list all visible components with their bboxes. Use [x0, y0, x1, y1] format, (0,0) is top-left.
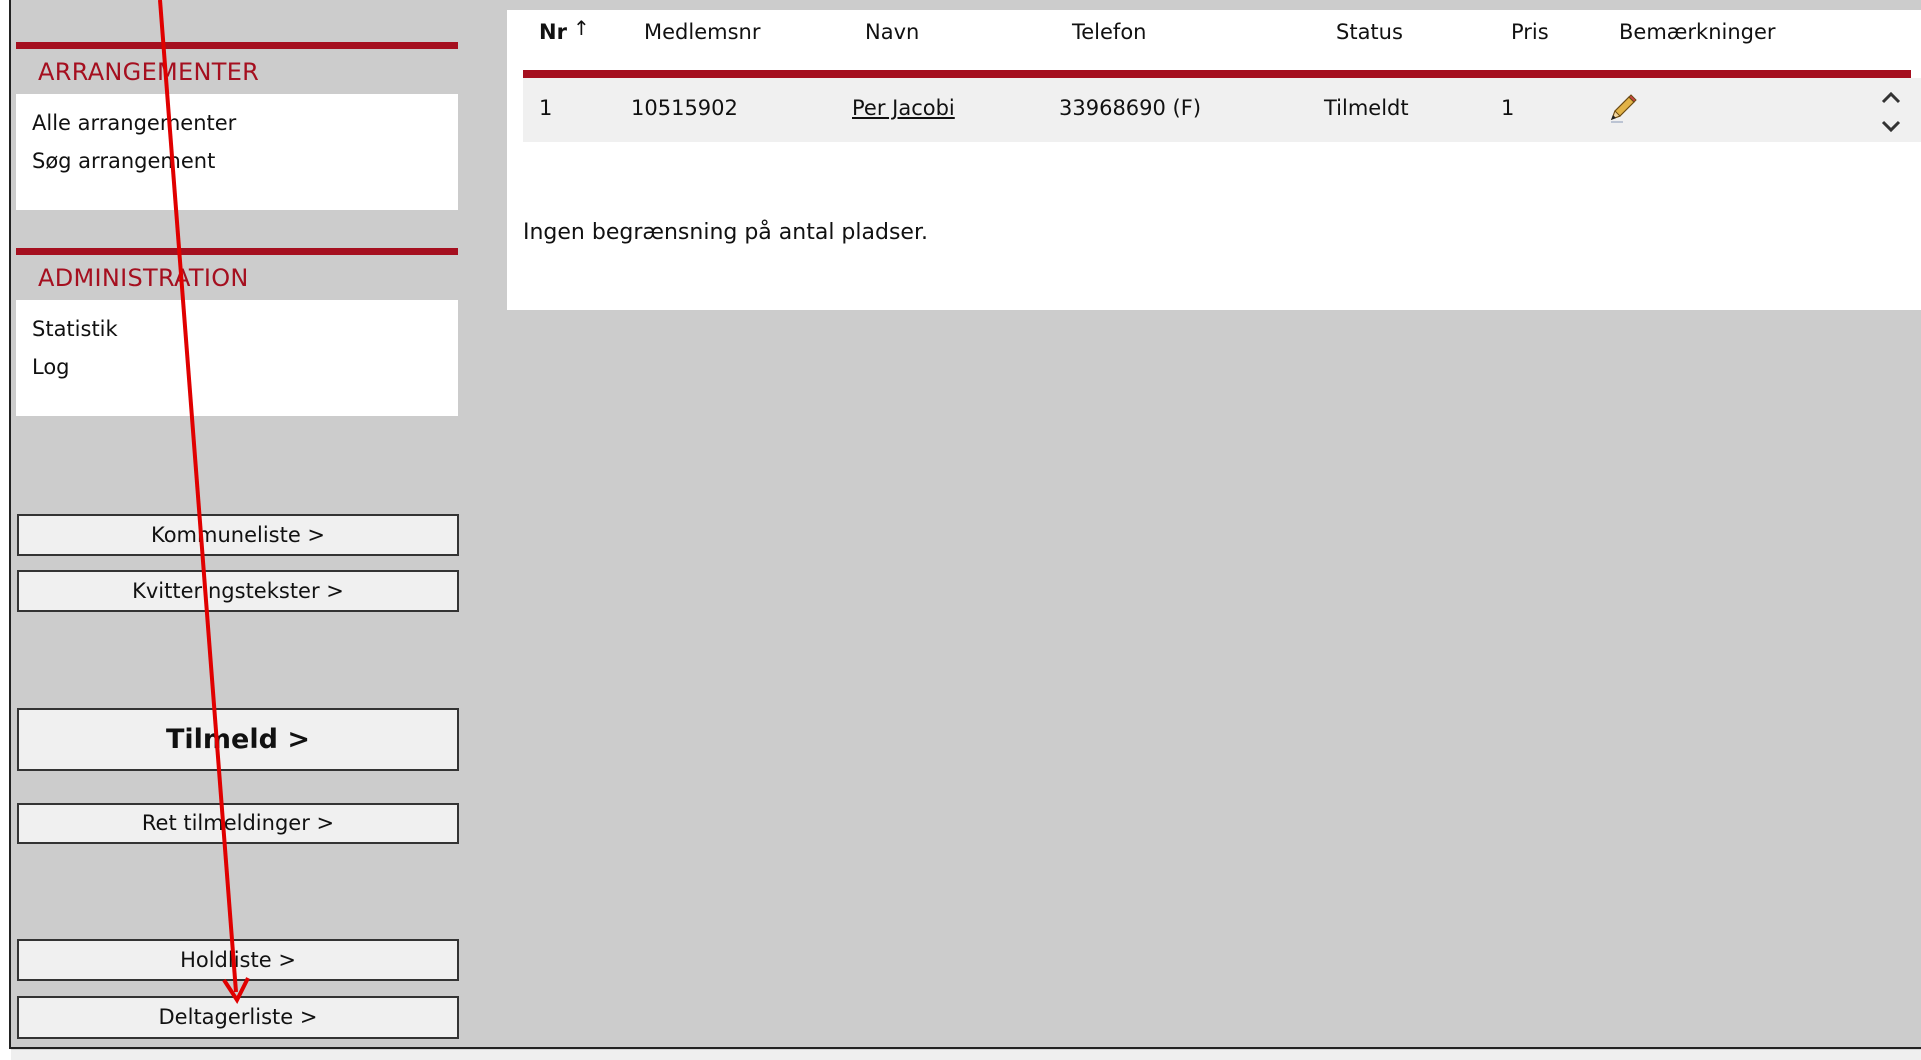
kvitteringstekster-button[interactable]: Kvitteringstekster > — [17, 570, 459, 612]
sort-ascending-icon[interactable]: ↑ — [573, 16, 590, 40]
holdliste-button[interactable]: Holdliste > — [17, 939, 459, 981]
panel-title-arrangementer: ARRANGEMENTER — [16, 49, 458, 94]
table-header-rule — [523, 70, 1911, 78]
scroll-down-icon[interactable] — [1877, 114, 1905, 138]
participant-name-link[interactable]: Per Jacobi — [852, 96, 955, 120]
cell-nr: 1 — [539, 96, 553, 120]
sidebar-link-log[interactable]: Log — [32, 348, 458, 386]
column-header-telefon[interactable]: Telefon — [1072, 20, 1146, 44]
column-header-pris[interactable]: Pris — [1511, 20, 1549, 44]
panel-body-arrangementer: Alle arrangementer Søg arrangement — [16, 94, 458, 210]
column-header-nr[interactable]: Nr — [539, 20, 567, 44]
cell-telefon: 33968690 (F) — [1059, 96, 1202, 120]
column-header-medlemsnr[interactable]: Medlemsnr — [644, 20, 760, 44]
panel-accent-bar — [16, 42, 458, 49]
status-bar — [11, 1049, 1921, 1060]
panel-accent-bar — [16, 248, 458, 255]
cell-pris: 1 — [1501, 96, 1515, 120]
pencil-icon[interactable] — [1607, 92, 1639, 124]
sidebar-link-alle-arrangementer[interactable]: Alle arrangementer — [32, 104, 458, 142]
cell-medlemsnr: 10515902 — [631, 96, 738, 120]
panel-administration: ADMINISTRATION Statistik Log — [16, 248, 458, 416]
scroll-up-icon[interactable] — [1877, 86, 1905, 110]
kommuneliste-button[interactable]: Kommuneliste > — [17, 514, 459, 556]
tilmeld-button[interactable]: Tilmeld > — [17, 708, 459, 771]
panel-body-administration: Statistik Log — [16, 300, 458, 416]
sidebar-link-statistik[interactable]: Statistik — [32, 310, 458, 348]
column-header-navn[interactable]: Navn — [865, 20, 919, 44]
ret-tilmeldinger-button[interactable]: Ret tilmeldinger > — [17, 803, 459, 844]
panel-arrangementer: ARRANGEMENTER Alle arrangementer Søg arr… — [16, 42, 458, 210]
column-header-status[interactable]: Status — [1336, 20, 1403, 44]
capacity-note: Ingen begrænsning på antal pladser. — [523, 220, 928, 245]
panel-title-administration: ADMINISTRATION — [16, 255, 458, 300]
participant-list-panel: Nr ↑ Medlemsnr Navn Telefon Status Pris … — [507, 10, 1921, 310]
sidebar-link-soeg-arrangement[interactable]: Søg arrangement — [32, 142, 458, 180]
deltagerliste-button[interactable]: Deltagerliste > — [17, 996, 459, 1039]
column-header-bemaerkninger[interactable]: Bemærkninger — [1619, 20, 1776, 44]
cell-status: Tilmeldt — [1324, 96, 1409, 120]
